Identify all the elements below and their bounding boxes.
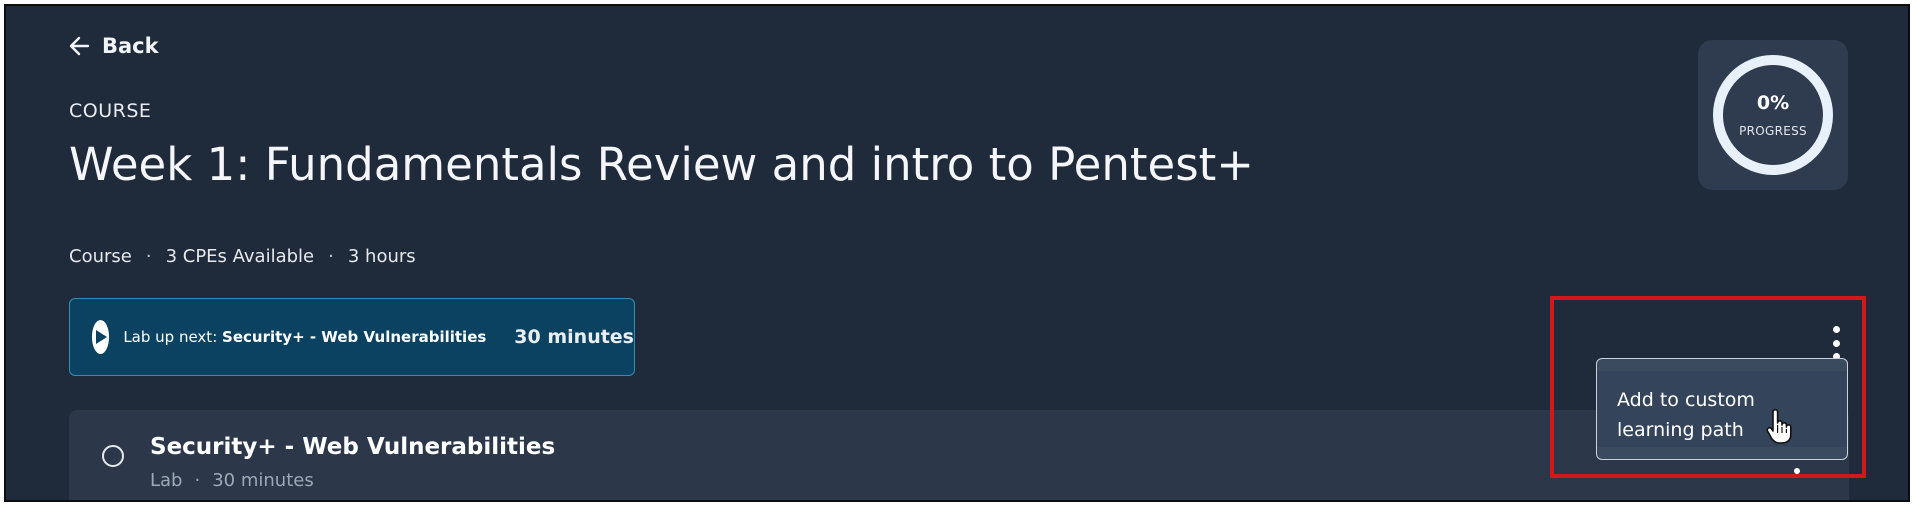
up-next-prefix: Lab up next: <box>123 328 218 346</box>
hand-cursor-icon <box>1766 409 1792 444</box>
meta-separator: · <box>328 246 334 267</box>
progress-card: 0% PROGRESS <box>1698 40 1848 190</box>
item-type: Lab <box>150 470 183 491</box>
menu-item-add-to-custom-learning-path[interactable]: Add to custom learning path <box>1597 371 1847 447</box>
back-label: Back <box>102 34 159 58</box>
more-options-icon[interactable] <box>1826 326 1846 360</box>
progress-percent: 0% <box>1756 92 1790 114</box>
meta-cpes: 3 CPEs Available <box>165 246 315 267</box>
up-next-item: Security+ - Web Vulnerabilities <box>222 328 487 346</box>
meta-type: Course <box>69 246 132 267</box>
back-button[interactable]: Back <box>68 34 159 58</box>
course-eyebrow: COURSE <box>69 100 152 122</box>
progress-ring <box>1713 55 1833 175</box>
up-next-text: Lab up next: Security+ - Web Vulnerabili… <box>123 328 486 346</box>
play-icon <box>92 320 110 354</box>
completion-radio[interactable] <box>102 445 124 467</box>
up-next-duration: 30 minutes <box>514 326 634 348</box>
progress-label: PROGRESS <box>1739 124 1807 138</box>
item-more-options-icon[interactable] <box>1794 458 1802 474</box>
course-page: Back COURSE Week 1: Fundamentals Review … <box>4 4 1910 502</box>
options-menu: Add to custom learning path <box>1596 358 1848 460</box>
arrow-left-icon <box>69 36 90 56</box>
item-meta: Lab · 30 minutes <box>150 470 314 491</box>
up-next-button[interactable]: Lab up next: Security+ - Web Vulnerabili… <box>69 298 635 376</box>
meta-separator: · <box>145 246 152 267</box>
meta-duration: 3 hours <box>347 246 416 267</box>
item-duration: 30 minutes <box>212 470 314 491</box>
item-meta-separator: · <box>194 470 201 491</box>
item-title: Security+ - Web Vulnerabilities <box>150 434 556 460</box>
list-item[interactable]: Security+ - Web Vulnerabilities Lab · 30… <box>69 410 1849 500</box>
course-meta: Course · 3 CPEs Available · 3 hours <box>69 246 416 267</box>
page-title: Week 1: Fundamentals Review and intro to… <box>69 138 1254 191</box>
